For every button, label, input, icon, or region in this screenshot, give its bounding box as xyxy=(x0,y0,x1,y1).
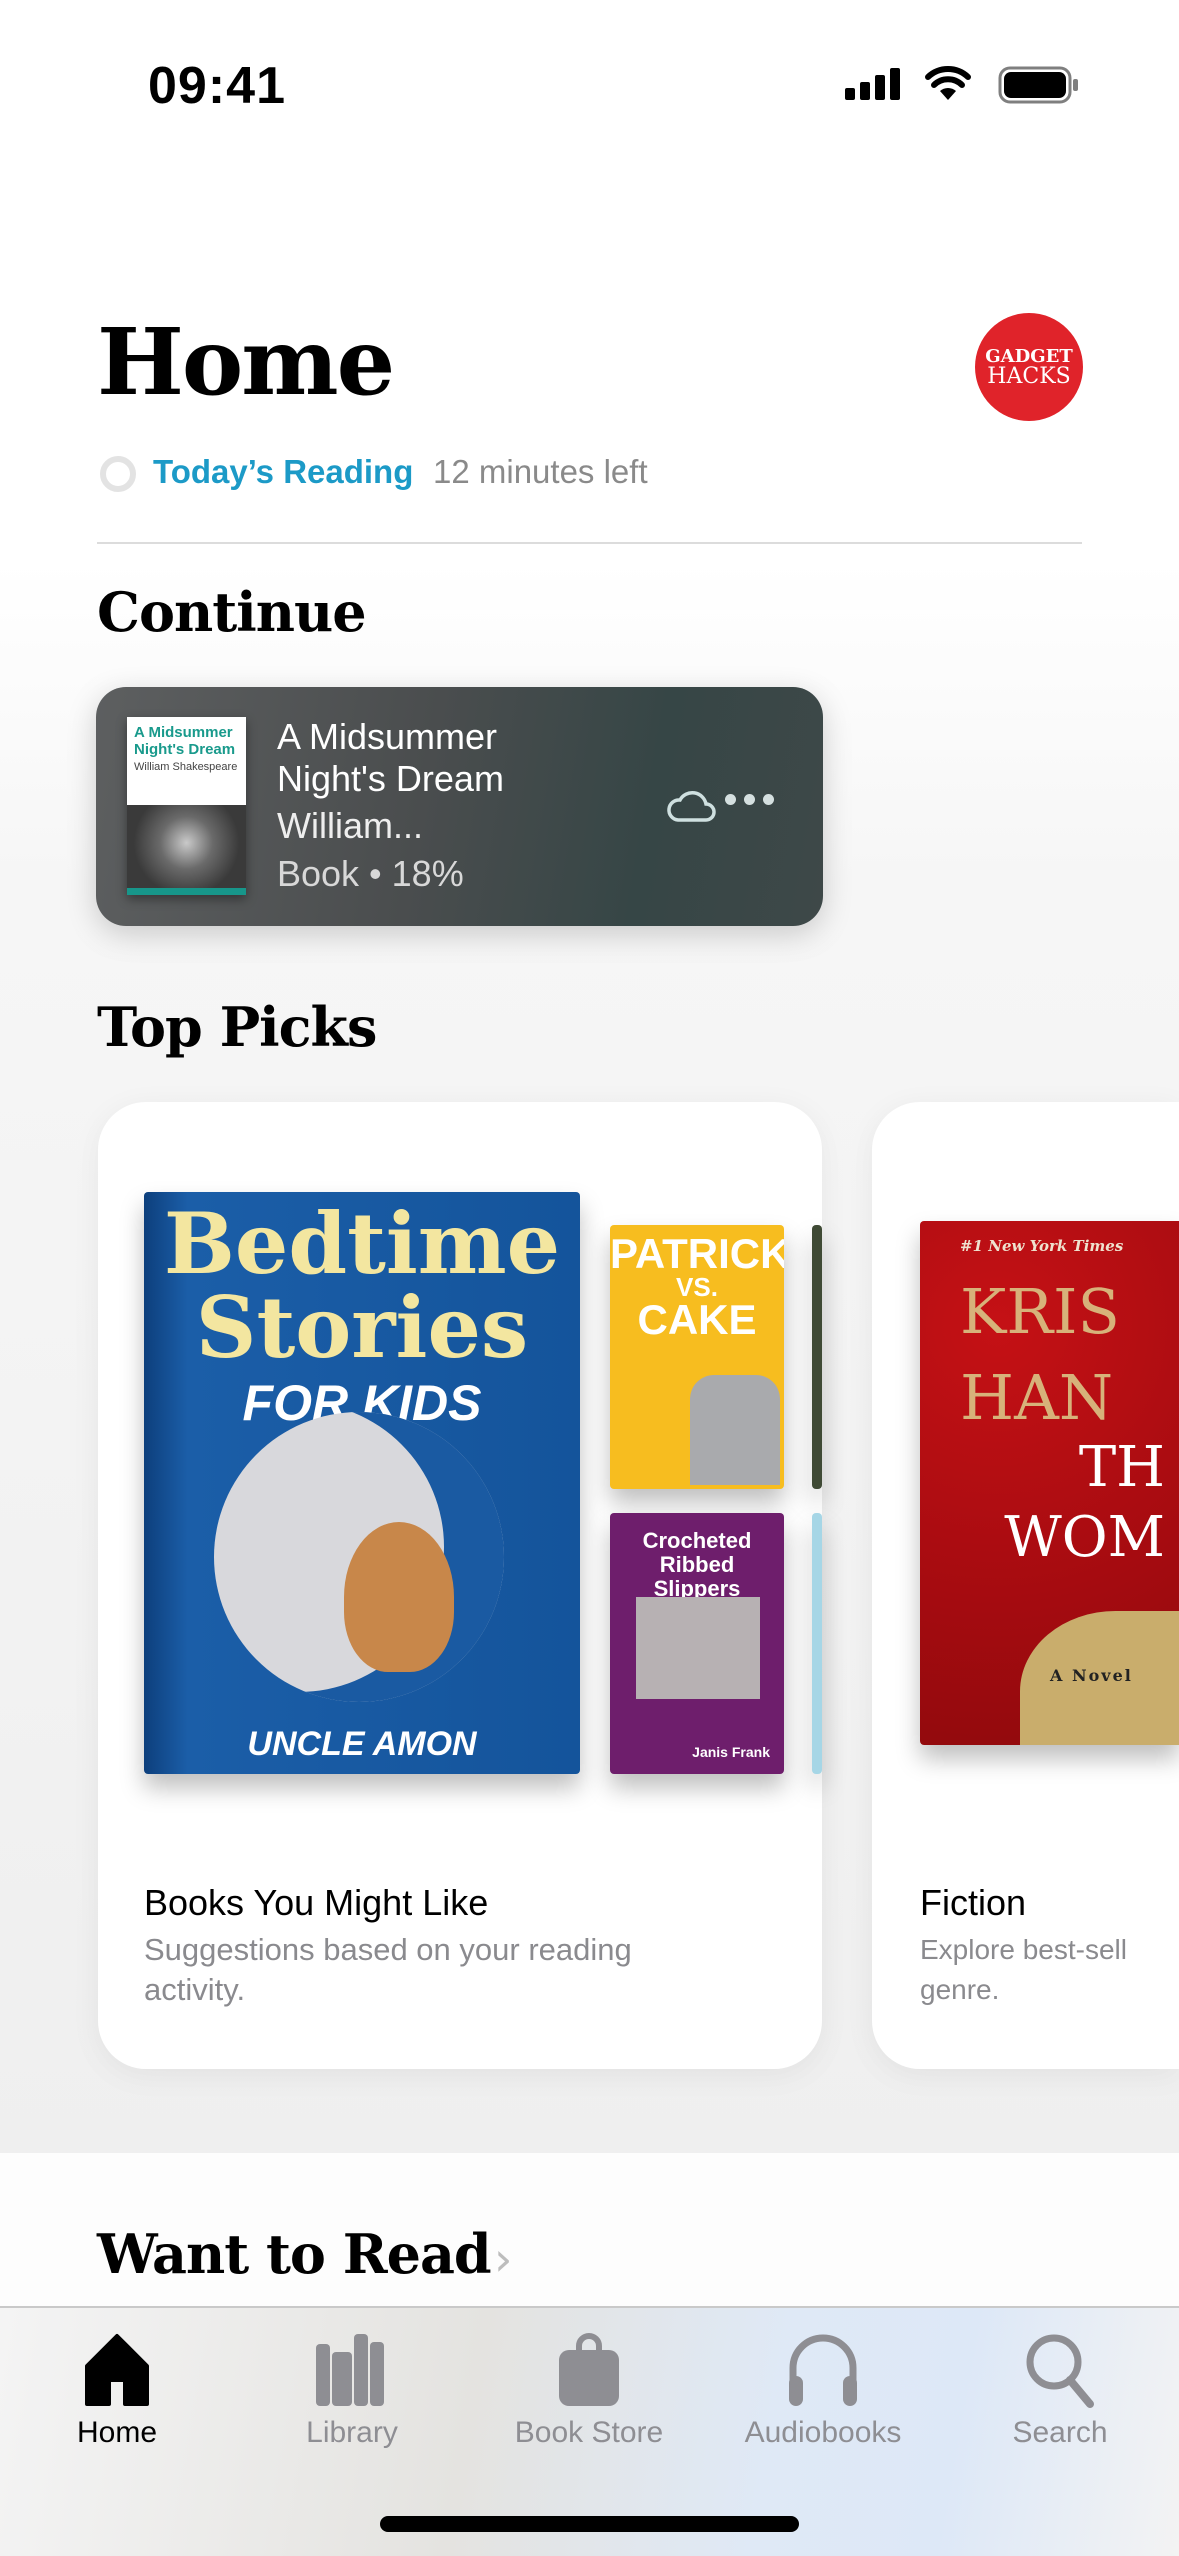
tab-label: Search xyxy=(1012,2416,1108,2449)
top-picks-heading: Top Picks xyxy=(97,995,377,1059)
cover-text: KRIS HAN xyxy=(960,1269,1120,1441)
book-cover-patrick-vs-cake[interactable]: PATRICK VS. CAKE xyxy=(610,1225,784,1489)
cloud-download-icon[interactable] xyxy=(666,788,716,824)
cover-text-line: WOM xyxy=(1004,1505,1165,1570)
book-cover-fiction[interactable]: #1 New York Times KRIS HAN TH WOM A Novel xyxy=(920,1221,1179,1745)
book-cover-crocheted-slippers[interactable]: Crocheted Ribbed Slippers Janis Frank xyxy=(610,1513,784,1774)
cover-title: A Midsummer Night's Dream xyxy=(134,724,236,758)
page-title: Home xyxy=(97,308,395,416)
cover-text-line: HAN xyxy=(960,1361,1114,1434)
toast-art xyxy=(690,1375,780,1485)
cover-text: A Novel xyxy=(1050,1666,1133,1685)
cover-text: Janis Frank xyxy=(692,1744,770,1760)
slippers-photo xyxy=(636,1597,760,1699)
card-title: Books You Might Like xyxy=(144,1882,489,1923)
book-title-line1: A Midsummer xyxy=(277,716,498,757)
card-subtitle: Explore best-sell genre. xyxy=(920,1930,1170,2010)
cover-text: Bedtime Stories xyxy=(163,1194,561,1377)
book-cover-partial[interactable] xyxy=(812,1225,822,1489)
headphones-icon xyxy=(789,2334,857,2406)
cover-text: UNCLE AMON xyxy=(247,1725,477,1763)
tab-search[interactable]: Search xyxy=(960,2308,1160,2458)
top-pick-card-books-you-might-like[interactable]: Bedtime Stories FOR KIDS UNCLE AMON PATR… xyxy=(98,1102,822,2069)
magnifier-icon xyxy=(1026,2334,1094,2408)
divider xyxy=(97,542,1082,544)
book-cover[interactable]: A Midsummer Night's Dream William Shakes… xyxy=(127,717,246,895)
tab-book-store[interactable]: Book Store xyxy=(489,2308,689,2458)
bear-art xyxy=(344,1522,454,1672)
tab-library[interactable]: Library xyxy=(252,2308,452,2458)
tab-home[interactable]: Home xyxy=(17,2308,217,2458)
continue-heading: Continue xyxy=(97,580,367,644)
tab-label: Book Store xyxy=(514,2416,664,2449)
reading-goal-ring-icon[interactable] xyxy=(100,456,136,492)
tab-label: Home xyxy=(76,2416,158,2449)
cover-author: William Shakespeare xyxy=(134,761,238,773)
books-icon xyxy=(316,2334,384,2406)
book-meta: Book • 18% xyxy=(277,853,464,894)
avatar-text-bottom: HACKS xyxy=(987,364,1071,389)
tab-label: Audiobooks xyxy=(744,2416,902,2449)
book-cover-bedtime-stories[interactable]: Bedtime Stories FOR KIDS UNCLE AMON xyxy=(144,1192,580,1774)
tab-audiobooks[interactable]: Audiobooks xyxy=(723,2308,923,2458)
reading-time-left: 12 minutes left xyxy=(433,453,648,490)
continue-book-card[interactable]: A Midsummer Night's Dream William Shakes… xyxy=(96,687,823,926)
card-subtitle-line: genre. xyxy=(920,1974,1000,2005)
account-avatar[interactable]: GADGET HACKS xyxy=(975,313,1083,421)
house-icon xyxy=(85,2334,149,2406)
card-subtitle: Suggestions based on your reading activi… xyxy=(144,1932,632,2007)
card-title: Fiction xyxy=(920,1882,1027,1923)
home-indicator[interactable] xyxy=(380,2516,799,2532)
status-time: 09:41 xyxy=(148,57,286,115)
cover-stripe xyxy=(127,888,246,895)
card-subtitle-line: Explore best-sell xyxy=(920,1934,1127,1965)
cover-text: TH WOM xyxy=(950,1433,1165,1573)
book-cover-partial[interactable] xyxy=(812,1513,822,1774)
cover-text: PATRICK xyxy=(610,1230,784,1277)
book-title-line2: Night's Dream xyxy=(277,758,504,799)
tab-label: Library xyxy=(306,2416,398,2449)
cover-text-line: TH xyxy=(1078,1435,1165,1500)
bag-icon xyxy=(559,2333,619,2406)
cover-text: Crocheted Ribbed Slippers xyxy=(642,1528,752,1601)
want-to-read-heading[interactable]: Want to Read xyxy=(97,2222,492,2286)
more-options-icon[interactable] xyxy=(725,794,774,805)
cover-text: CAKE xyxy=(637,1296,757,1343)
top-pick-card-fiction[interactable]: #1 New York Times KRIS HAN TH WOM A Novel … xyxy=(872,1102,1179,2069)
wifi-icon xyxy=(925,66,971,100)
cover-portrait xyxy=(127,805,246,889)
cellular-signal-icon xyxy=(845,68,900,100)
cover-text-line: KRIS xyxy=(960,1275,1120,1348)
chevron-right-icon[interactable]: › xyxy=(494,2232,512,2286)
todays-reading-link[interactable]: Today’s Reading xyxy=(153,453,413,491)
book-author: William... xyxy=(277,805,423,846)
battery-icon xyxy=(998,66,1078,104)
cover-text: #1 New York Times xyxy=(960,1237,1124,1255)
